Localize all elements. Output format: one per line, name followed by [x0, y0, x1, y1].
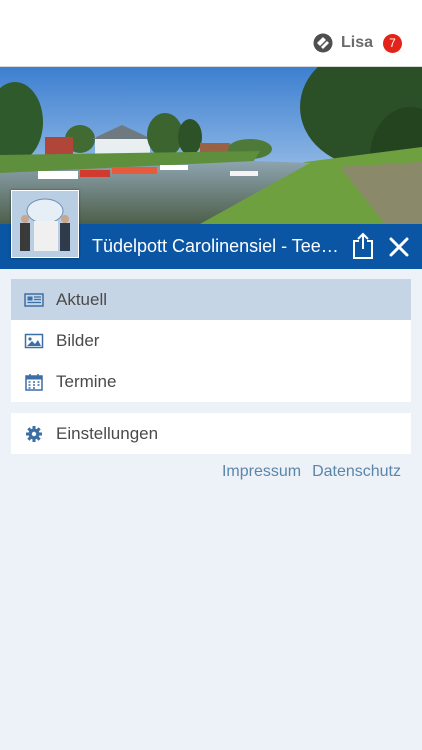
- top-bar: Lisa 7: [0, 0, 422, 67]
- menu-label: Bilder: [56, 330, 100, 350]
- notification-badge: 7: [383, 33, 402, 53]
- gear-icon: [26, 425, 42, 442]
- secondary-menu: Einstellungen: [11, 413, 411, 454]
- impressum-link[interactable]: Impressum: [222, 463, 301, 481]
- menu-item-bilder[interactable]: Bilder: [11, 320, 411, 361]
- menu-item-einstellungen[interactable]: Einstellungen: [11, 413, 411, 454]
- primary-menu: Aktuell Bilder Termine: [11, 279, 411, 402]
- menu-label: Termine: [56, 371, 117, 391]
- channel-title: Tüdelpott Carolinensiel - Tees...: [92, 236, 342, 256]
- close-icon[interactable]: [388, 236, 410, 258]
- footer-links: Impressum Datenschutz: [222, 463, 401, 481]
- calendar-icon: [25, 373, 43, 391]
- menu-label: Einstellungen: [56, 423, 159, 443]
- menu-label: Aktuell: [56, 289, 108, 309]
- user-logo-icon: [313, 33, 333, 53]
- newspaper-icon: [24, 292, 44, 307]
- share-icon[interactable]: [351, 232, 375, 260]
- datenschutz-link[interactable]: Datenschutz: [312, 463, 401, 481]
- menu-item-termine[interactable]: Termine: [11, 361, 411, 402]
- channel-thumbnail: [11, 190, 79, 258]
- user-name: Lisa: [340, 34, 373, 51]
- image-icon: [24, 333, 44, 348]
- menu-item-aktuell[interactable]: Aktuell: [11, 279, 411, 320]
- user-menu[interactable]: Lisa 7: [313, 33, 402, 53]
